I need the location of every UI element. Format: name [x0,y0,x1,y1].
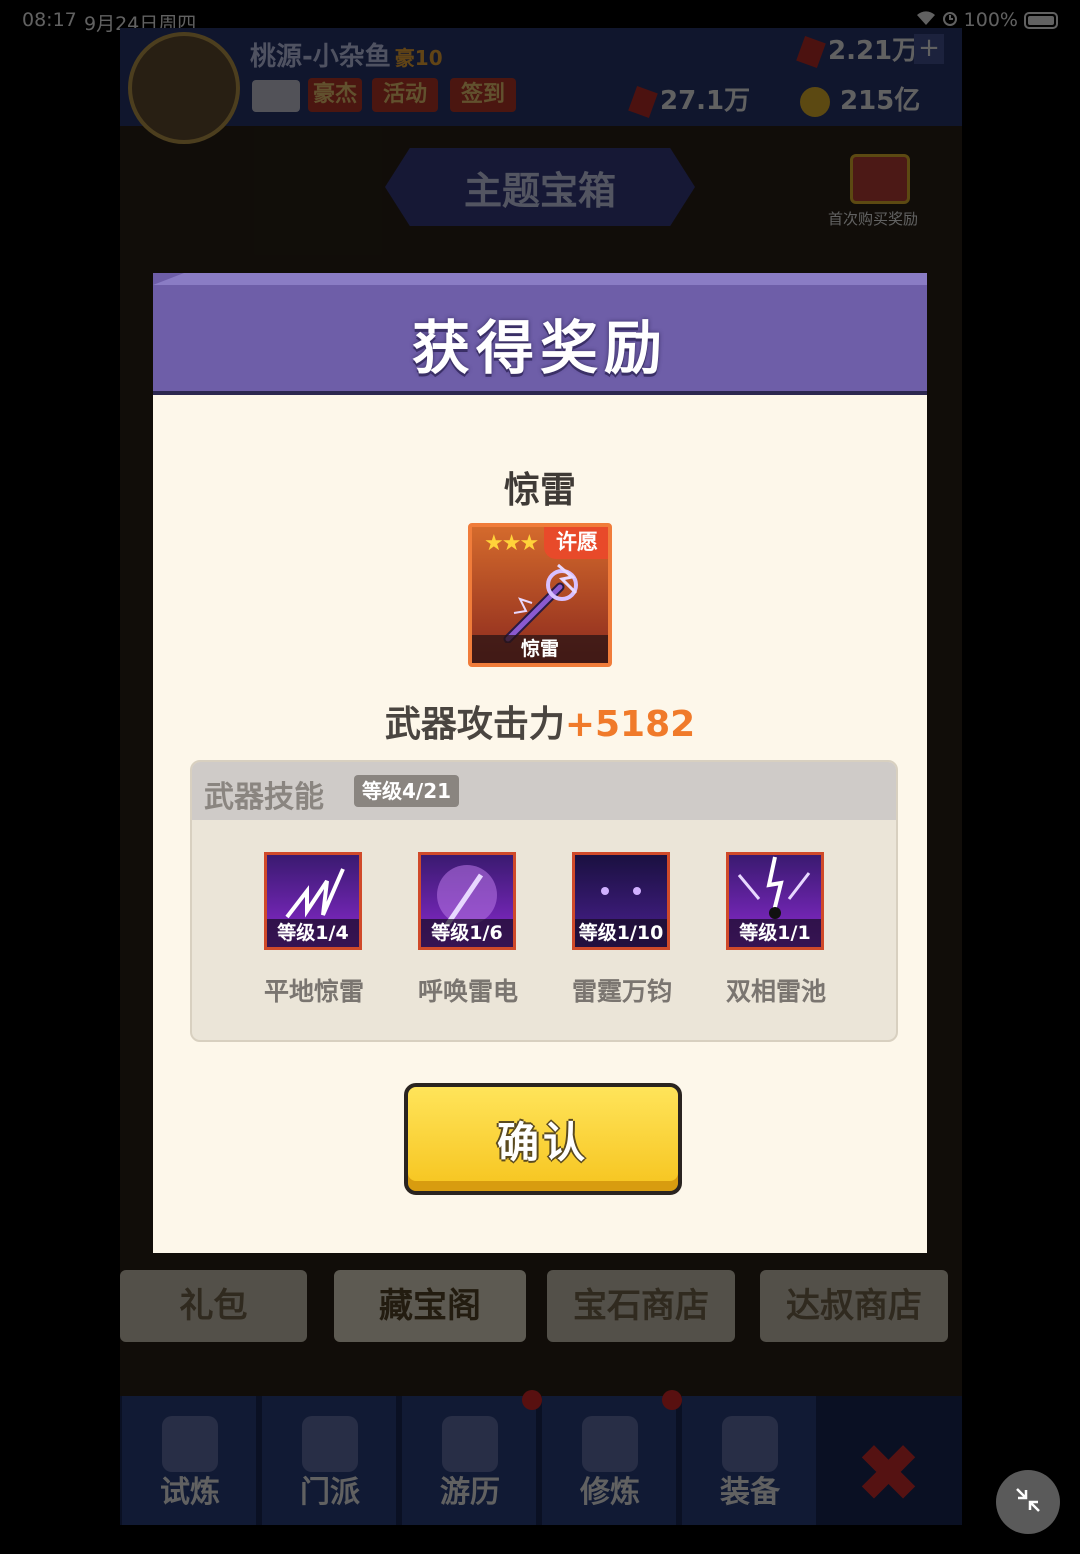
skill-name: 呼唤雷电 [418,977,519,1006]
skill-item[interactable]: 等级1/6 呼唤雷电 [418,852,518,1010]
add-gems-button[interactable]: + [914,34,944,64]
nav-cultivate[interactable]: 修炼 [542,1396,678,1525]
card-name: 惊雷 [472,635,608,663]
tab-dashu-shop[interactable]: 达叔商店 [760,1270,948,1342]
player-name: 桃源-小杂鱼 豪10 [250,42,443,72]
thunder-storm-icon: 等级1/10 [572,852,670,950]
confirm-button[interactable]: 确认 [404,1083,682,1195]
skill-level: 等级1/6 [421,919,513,947]
skill-item[interactable]: 等级1/1 双相雷池 [726,852,826,1010]
wish-badge: 许愿 [544,527,608,559]
top-bar: 桃源-小杂鱼 豪10 豪杰 活动 签到 2.21万 + 27.1万 215亿 [120,28,962,144]
gem-counter: 2.21万 [796,30,918,68]
ticket-counter: 27.1万 [628,80,750,118]
collapse-window-button[interactable] [996,1470,1060,1534]
sword-icon [722,1416,778,1472]
weapon-card[interactable]: ★★★ 许愿 惊雷 [468,523,612,667]
skill-level: 等级1/10 [575,919,667,947]
tab-treasure[interactable]: 藏宝阁 [334,1270,526,1342]
reward-dialog: 获得奖励 惊雷 ★★★ 许愿 惊雷 武器攻击力+5182 武器技能 等级4/21 [153,273,927,1253]
close-icon[interactable]: ✖ [855,1434,922,1514]
bottom-nav: 试炼 门派 游历 修炼 装备 [120,1396,962,1525]
tab-gift[interactable]: 礼包 [120,1270,307,1342]
skills-title: 武器技能 [204,780,324,815]
tab-gem-shop[interactable]: 宝石商店 [547,1270,735,1342]
theme-chest-banner: 主题宝箱 [385,148,695,226]
skill-item[interactable]: 等级1/10 雷霆万钧 [572,852,672,1010]
nav-equipment[interactable]: 装备 [682,1396,818,1525]
coin-icon [800,86,830,117]
vip-badge: 豪10 [394,46,443,70]
attack-stat: 武器攻击力+5182 [153,695,927,747]
lightning-skill-icon: 等级1/4 [264,852,362,950]
weapon-skills-panel: 武器技能 等级4/21 等级1/4 平地惊雷 等级1/6 呼唤雷电 等级1/10… [190,760,898,1042]
nav-travel[interactable]: 游历 [402,1396,538,1525]
attack-label: 武器攻击力 [384,704,565,745]
dual-thunder-pool-icon: 等级1/1 [726,852,824,950]
skills-level-badge: 等级4/21 [354,775,460,807]
summon-lightning-icon: 等级1/6 [418,852,516,950]
nav-sect[interactable]: 门派 [262,1396,398,1525]
gem-icon [796,35,826,68]
activity-button[interactable]: 活动 [372,78,438,112]
sect-icon [302,1416,358,1472]
trial-icon [162,1416,218,1472]
star-rating: ★★★ [484,531,539,556]
coin-counter: 215亿 [800,80,920,117]
signin-button[interactable]: 签到 [450,78,516,112]
heroes-button[interactable]: 豪杰 [308,78,362,112]
battery-percent: 100% [963,9,1018,31]
dialog-title: 获得奖励 [411,314,668,382]
skill-level: 等级1/4 [267,919,359,947]
status-time: 08:17 [22,9,77,31]
ticket-icon [628,85,658,118]
item-name: 惊雷 [503,470,576,511]
nav-trial[interactable]: 试炼 [122,1396,258,1525]
travel-icon [442,1416,498,1472]
skill-item[interactable]: 等级1/4 平地惊雷 [264,852,364,1010]
chest-icon[interactable] [850,154,910,204]
confirm-label: 确认 [496,1117,589,1167]
avatar[interactable] [128,32,240,144]
dialog-header: 获得奖励 [153,273,927,395]
skills-header: 武器技能 等级4/21 [192,762,896,820]
notification-dot [662,1390,682,1410]
skill-name: 双相雷池 [726,977,827,1006]
book-icon [582,1416,638,1472]
notification-dot [522,1390,542,1410]
skill-level: 等级1/1 [729,919,821,947]
skill-name: 雷霆万钧 [572,977,673,1006]
battery-icon [1024,11,1058,29]
skill-name: 平地惊雷 [264,977,365,1006]
first-purchase-label: 首次购买奖励 [828,210,919,228]
collapse-icon [1013,1485,1043,1519]
attack-value: +5182 [564,704,696,745]
mail-icon[interactable] [252,80,300,112]
